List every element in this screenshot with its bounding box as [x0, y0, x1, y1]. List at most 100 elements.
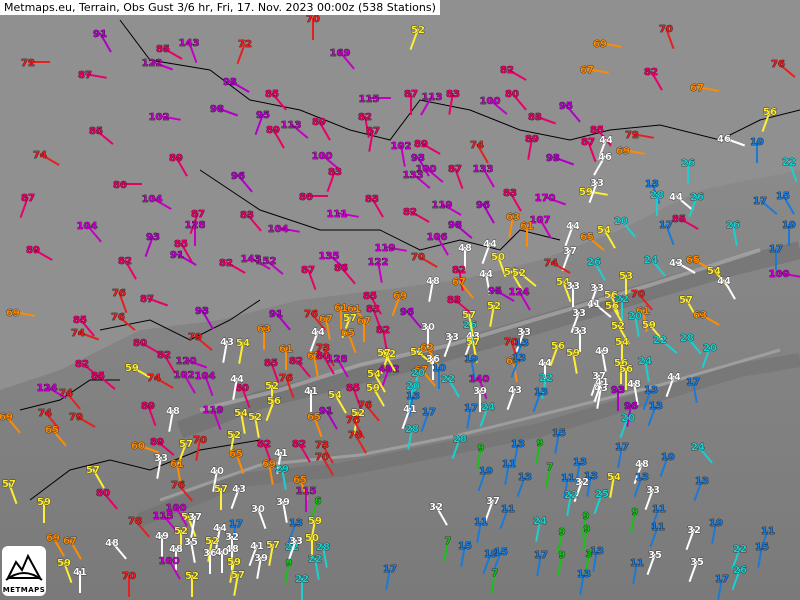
gust-value-label: 67 — [63, 536, 77, 547]
gust-value-label: 17 — [534, 550, 548, 561]
gust-value-label: 41 — [595, 377, 609, 388]
gust-value-label: 65 — [580, 232, 594, 243]
gust-value-label: 41 — [403, 404, 417, 415]
gust-value-label: 87 — [581, 137, 595, 148]
gust-value-label: 113 — [281, 120, 302, 131]
gust-value-label: 24 — [644, 255, 658, 266]
gust-value-label: 48 — [105, 538, 119, 549]
terrain-background: 9185143 727052169697072 122879385 115 87 113 8… — [0, 0, 800, 600]
gust-value-label: 76 — [346, 415, 360, 426]
gust-value-label: 44 — [230, 374, 244, 385]
gust-value-label: 85 — [346, 383, 360, 394]
gust-value-label: 89 — [266, 125, 280, 136]
gust-value-label: 33 — [590, 178, 604, 189]
gust-value-label: 33 — [573, 326, 587, 337]
gust-value-label: 35 — [690, 557, 704, 568]
gust-value-label: 17 — [769, 244, 783, 255]
gust-value-label: 65 — [686, 255, 700, 266]
gust-value-label: 44 — [566, 221, 580, 232]
gust-value-label: 69 — [593, 39, 607, 50]
gust-value-label: 48 — [627, 379, 641, 390]
gust-value-label: 74 — [71, 328, 85, 339]
gust-value-label: 72 — [238, 39, 252, 50]
gust-value-label: 82 — [358, 112, 372, 123]
gust-value-label: 44 — [311, 327, 325, 338]
gust-value-label: 59 — [566, 348, 580, 359]
gust-value-label: 9 — [632, 507, 639, 518]
metmaps-logo[interactable]: METMAPS — [2, 546, 46, 596]
gust-value-label: 87 — [140, 294, 154, 305]
gust-value-label: 85 — [174, 239, 188, 250]
gust-value-label: 41 — [73, 567, 87, 578]
gust-value-label: 43 — [669, 258, 683, 269]
gust-value-label: 7 — [445, 536, 452, 547]
gust-value-label: 102 — [174, 370, 195, 381]
gust-value-label: 111 — [327, 209, 348, 220]
gust-value-label: 35 — [184, 537, 198, 548]
gust-value-label: 44 — [669, 192, 683, 203]
gust-value-label: 95 — [256, 110, 270, 121]
gust-value-label: 65 — [45, 425, 59, 436]
gust-value-label: 65 — [229, 449, 243, 460]
gust-value-label: 95 — [559, 101, 573, 112]
gust-value-label: 119 — [432, 200, 453, 211]
gust-value-label: 13 — [590, 546, 604, 557]
gust-value-label: 19 — [479, 466, 493, 477]
gust-value-label: 57 — [377, 348, 391, 359]
gust-value-label: 26 — [690, 192, 704, 203]
gust-value-label: 15 — [494, 547, 508, 558]
gust-value-label: 69 — [6, 308, 20, 319]
gust-value-label: 87 — [366, 126, 380, 137]
gust-value-label: 22 — [441, 374, 455, 385]
gust-value-label: 70 — [306, 14, 320, 25]
gust-value-label: 56 — [605, 301, 619, 312]
gust-value-label: 32 — [225, 532, 239, 543]
gust-value-label: 9 — [559, 527, 566, 538]
gust-value-label: 44 — [599, 135, 613, 146]
gust-value-label: 96 — [476, 200, 490, 211]
gust-value-label: 74 — [38, 408, 52, 419]
gust-value-label: 43 — [220, 337, 234, 348]
gust-value-label: 65 — [293, 475, 307, 486]
gust-value-label: 82 — [157, 350, 171, 361]
gust-value-label: 70 — [315, 452, 329, 463]
gust-value-label: 82 — [292, 439, 306, 450]
gust-value-label: 73 — [315, 440, 329, 451]
gust-value-label: 57 — [86, 465, 100, 476]
gust-value-label: 57 — [266, 540, 280, 551]
gust-value-label: 74 — [544, 258, 558, 269]
gust-value-label: 82 — [75, 359, 89, 370]
gust-value-label: 52 — [265, 381, 279, 392]
gust-value-label: 76 — [771, 59, 785, 70]
gust-value-label: 17 — [464, 403, 478, 414]
gust-value-label: 59 — [366, 383, 380, 394]
gust-value-label: 85 — [363, 291, 377, 302]
gust-value-label: 39 — [276, 497, 290, 508]
gust-value-label: 59 — [227, 557, 241, 568]
gust-value-label: 86 — [334, 263, 348, 274]
gust-value-label: 20 — [614, 216, 628, 227]
gust-value-label: 56 — [267, 396, 281, 407]
gust-value-label: 78 — [128, 516, 142, 527]
gust-value-label: 37 — [486, 496, 500, 507]
gust-value-label: 13 — [573, 457, 587, 468]
gust-value-label: 91 — [269, 309, 283, 320]
gust-value-label: 104 — [195, 371, 216, 382]
map-canvas[interactable]: 91 85 143 72 70 52 169 69 70 72 122 87 93 85 115 87 113 8… — [0, 0, 800, 600]
gust-value-label: 100 — [312, 151, 333, 162]
gust-value-label: 98 — [210, 104, 224, 115]
gust-value-label: 69 — [262, 459, 276, 470]
gust-value-label: 48 — [426, 276, 440, 287]
gust-value-label: 78 — [348, 430, 362, 441]
gust-value-label: 7 — [492, 568, 499, 579]
gust-value-label: 56 — [763, 107, 777, 118]
gust-value-label: 35 — [648, 550, 662, 561]
gust-value-label: 83 — [446, 89, 460, 100]
gust-value-label: 122 — [368, 257, 389, 268]
gust-value-label: 56 — [619, 364, 633, 375]
gust-value-label: 89 — [150, 437, 164, 448]
gust-value-label: 17 — [753, 196, 767, 207]
gust-value-label: 26 — [726, 220, 740, 231]
gust-value-label: 50 — [491, 252, 505, 263]
gust-value-label: 52 — [185, 571, 199, 582]
